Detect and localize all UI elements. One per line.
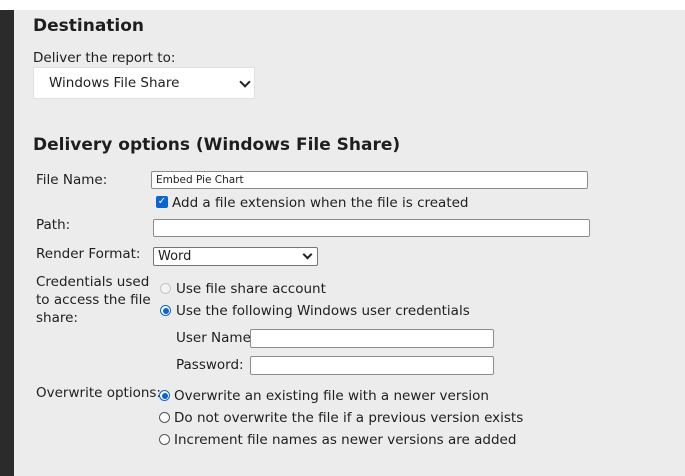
do-not-overwrite-radio[interactable] bbox=[159, 412, 170, 423]
file-name-input[interactable]: Embed Pie Chart bbox=[151, 171, 588, 189]
credentials-label-line-1: Credentials used bbox=[36, 274, 150, 290]
file-name-label: File Name: bbox=[36, 172, 108, 188]
deliver-to-value: Windows File Share bbox=[49, 75, 180, 91]
subscription-form-panel: Destination Deliver the report to: Windo… bbox=[14, 10, 685, 476]
deliver-to-select[interactable]: Windows File Share bbox=[33, 67, 255, 99]
password-input[interactable] bbox=[250, 356, 494, 375]
path-label: Path: bbox=[36, 217, 71, 233]
overwrite-newer-label: Overwrite an existing file with a newer … bbox=[174, 388, 489, 404]
use-windows-credentials-label: Use the following Windows user credentia… bbox=[176, 303, 470, 319]
do-not-overwrite-label: Do not overwrite the file if a previous … bbox=[174, 410, 524, 426]
use-share-account-label: Use file share account bbox=[176, 281, 326, 297]
destination-heading: Destination bbox=[33, 16, 145, 36]
add-extension-checkbox[interactable]: ✓ bbox=[156, 196, 168, 208]
render-format-label: Render Format: bbox=[36, 246, 141, 262]
use-share-account-radio[interactable] bbox=[160, 283, 171, 294]
chevron-down-icon bbox=[239, 76, 251, 88]
user-name-label: User Name: bbox=[176, 330, 256, 346]
password-label: Password: bbox=[176, 357, 244, 373]
render-format-value: Word bbox=[158, 249, 192, 264]
credentials-label-line-2: to access the file bbox=[36, 292, 151, 308]
add-extension-label: Add a file extension when the file is cr… bbox=[172, 195, 469, 211]
overwrite-newer-radio[interactable] bbox=[159, 390, 170, 401]
deliver-label: Deliver the report to: bbox=[33, 50, 176, 66]
increment-file-names-radio[interactable] bbox=[159, 434, 170, 445]
render-format-select[interactable]: Word bbox=[153, 247, 318, 266]
credentials-label-line-3: share: bbox=[36, 310, 78, 326]
delivery-options-heading: Delivery options (Windows File Share) bbox=[33, 135, 401, 155]
use-windows-credentials-radio[interactable] bbox=[160, 305, 171, 316]
path-input[interactable] bbox=[153, 219, 590, 237]
overwrite-options-label: Overwrite options: bbox=[36, 385, 161, 401]
user-name-input[interactable] bbox=[250, 329, 494, 348]
left-nav-bar bbox=[0, 10, 14, 476]
top-strip bbox=[0, 0, 685, 10]
increment-file-names-label: Increment file names as newer versions a… bbox=[174, 432, 517, 448]
chevron-down-icon bbox=[302, 249, 313, 260]
